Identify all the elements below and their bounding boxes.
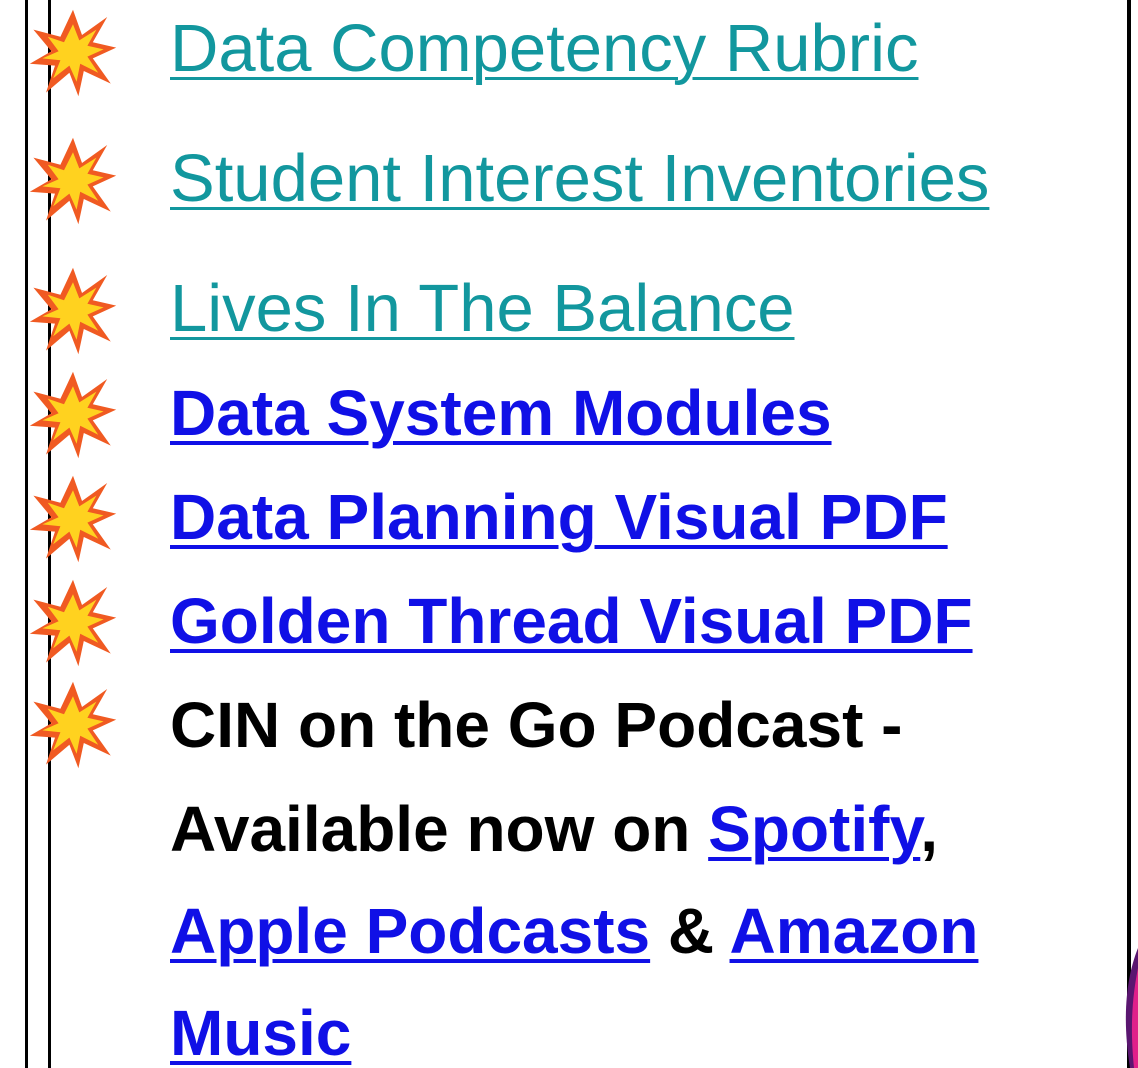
podcast-available-text: Available now on: [170, 793, 709, 865]
collision-burst-icon: [29, 371, 117, 459]
collision-burst-icon: [29, 475, 117, 563]
link-golden-thread-visual-pdf[interactable]: Golden Thread Visual PDF: [170, 584, 973, 658]
link-amazon-music[interactable]: Amazon: [730, 895, 979, 967]
decorative-corner-graphic: [1125, 948, 1138, 1068]
collision-burst-icon: [29, 579, 117, 667]
comma-text: ,: [920, 793, 939, 865]
podcast-title: CIN on the Go Podcast -: [170, 689, 903, 761]
link-student-interest-inventories[interactable]: Student Interest Inventories: [170, 140, 989, 217]
collision-burst-icon: [29, 9, 117, 97]
link-data-planning-visual-pdf[interactable]: Data Planning Visual PDF: [170, 480, 948, 554]
podcast-platforms-line: Apple Podcasts & Amazon: [170, 894, 978, 968]
podcast-platforms-line-2: Music: [170, 996, 351, 1068]
link-spotify[interactable]: Spotify: [708, 793, 920, 865]
collision-burst-icon: [29, 267, 117, 355]
link-apple-podcasts[interactable]: Apple Podcasts: [170, 895, 650, 967]
link-lives-in-the-balance[interactable]: Lives In The Balance: [170, 270, 795, 347]
right-border-line: [1127, 0, 1131, 1068]
link-data-system-modules[interactable]: Data System Modules: [170, 376, 832, 450]
podcast-availability-line: Available now on Spotify,: [170, 792, 938, 866]
collision-burst-icon: [29, 137, 117, 225]
collision-burst-icon: [29, 681, 117, 769]
link-amazon-music-continued[interactable]: Music: [170, 997, 351, 1068]
ampersand-text: &: [650, 895, 730, 967]
link-data-competency-rubric[interactable]: Data Competency Rubric: [170, 10, 918, 87]
